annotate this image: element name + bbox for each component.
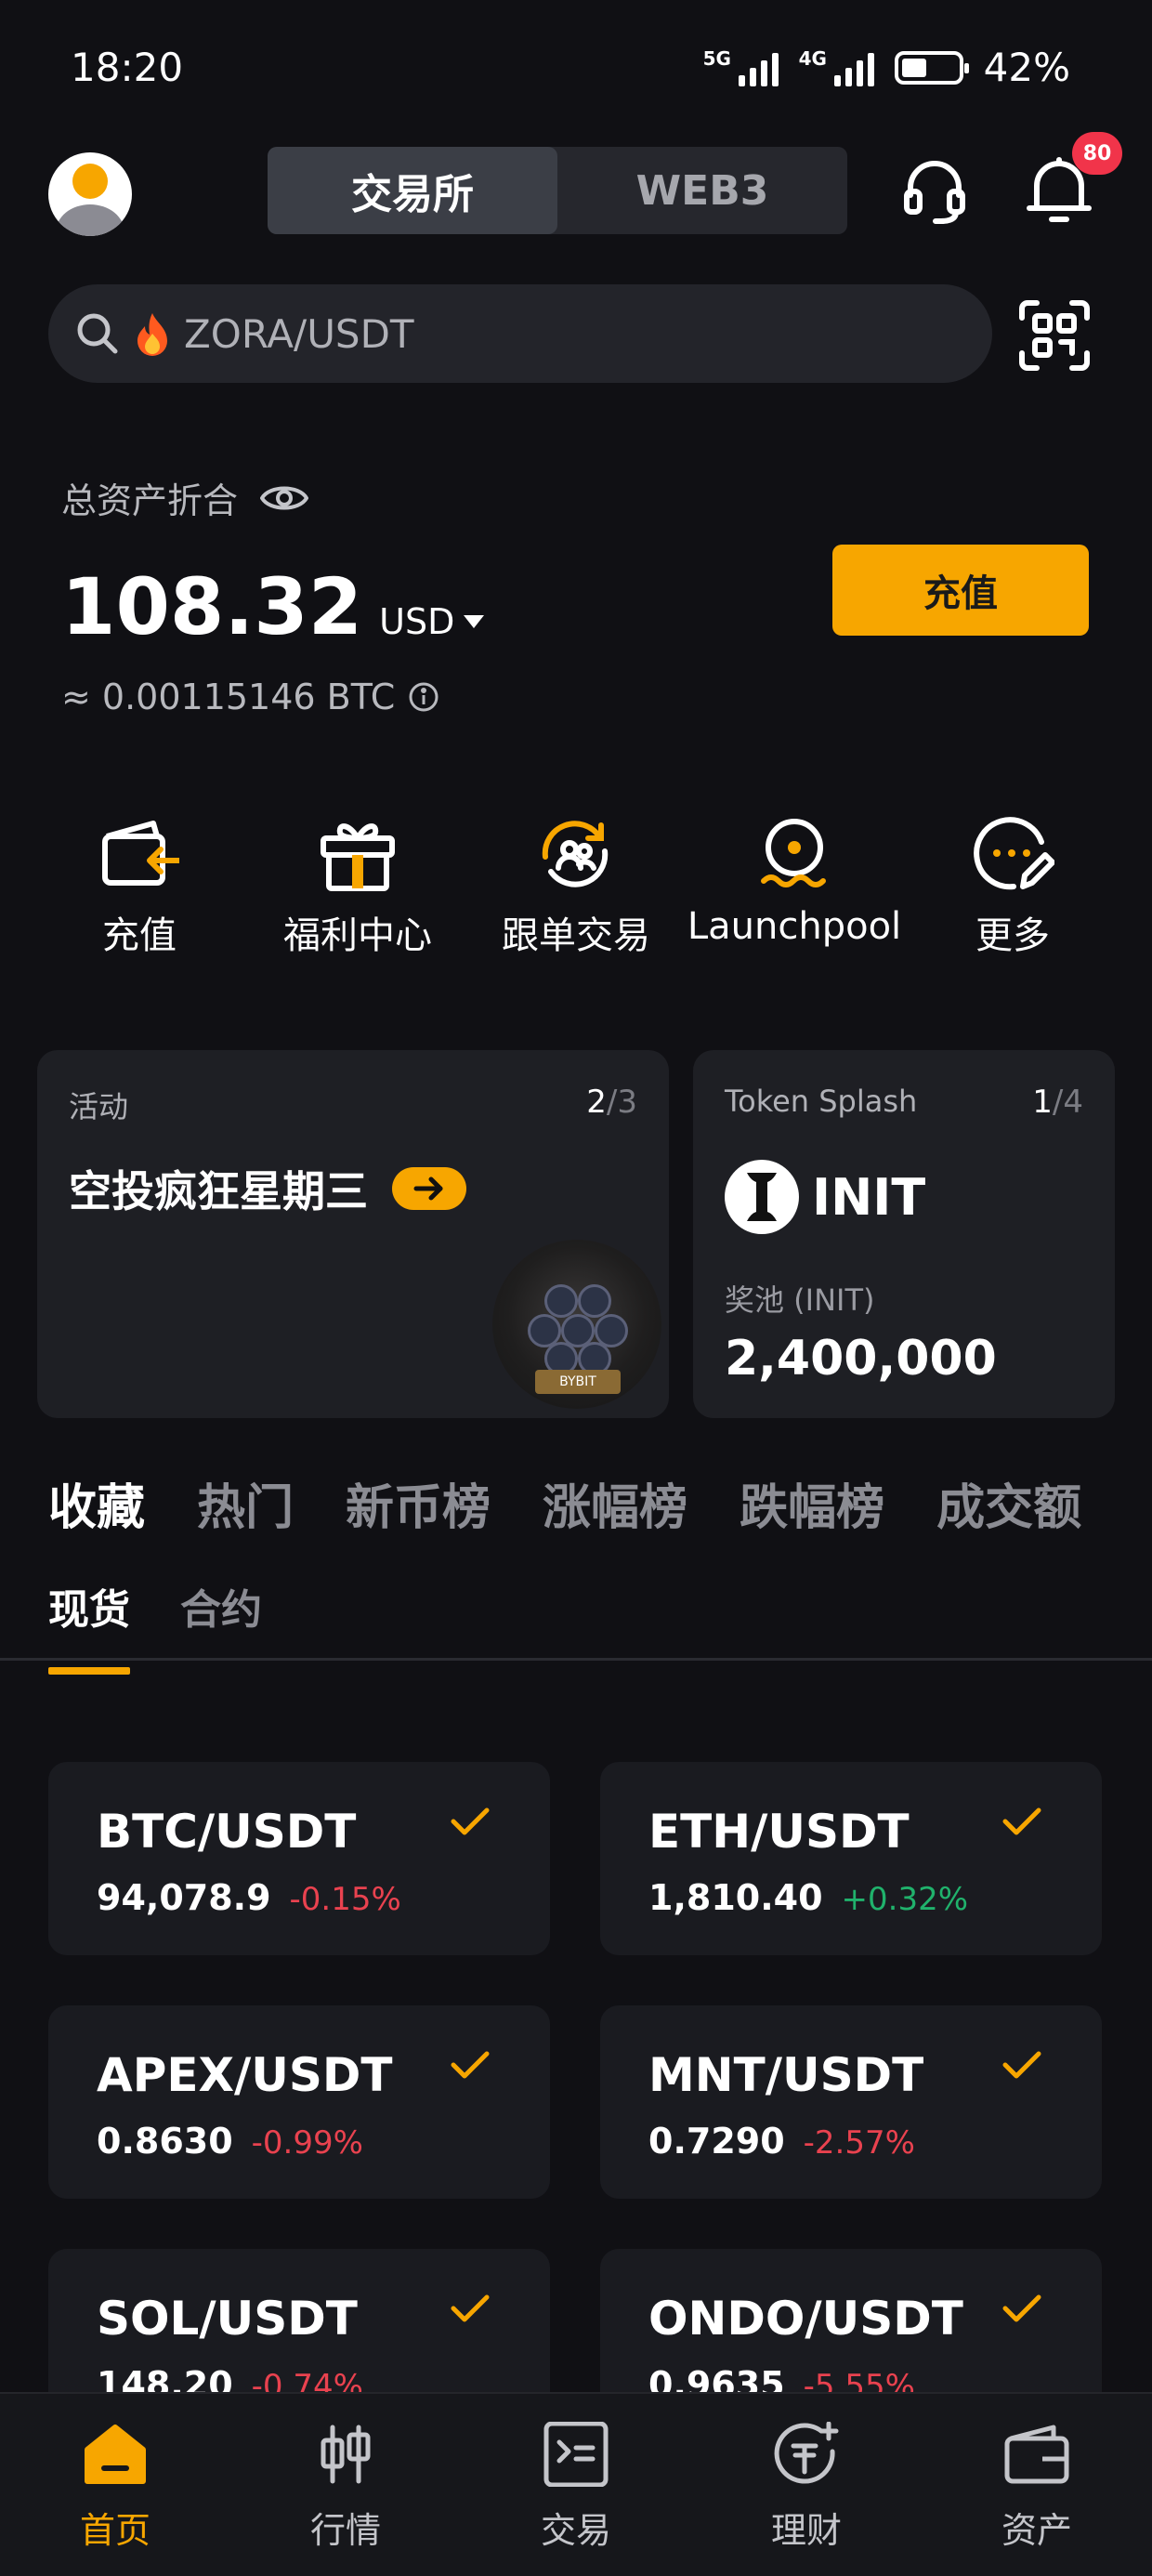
pair-price: 0.8630 <box>97 2121 233 2162</box>
token-splash-tag: Token Splash <box>725 1084 918 1119</box>
favorite-card[interactable]: ETH/USDT 1,810.40 +0.32% <box>600 1762 1102 1955</box>
gift-icon <box>316 814 399 892</box>
tab-volume[interactable]: 成交额 <box>936 1468 1081 1538</box>
status-icons: 5G 4G 42% <box>703 45 1070 90</box>
status-time: 18:20 <box>71 45 184 90</box>
quick-action-copy-trade[interactable]: 跟单交易 <box>474 814 678 959</box>
pair-price-row: 0.8630 -0.99% <box>97 2121 363 2162</box>
activity-pager: 2/3 <box>586 1084 637 1121</box>
favorite-card[interactable]: BTC/USDT 94,078.9 -0.15% <box>48 1762 550 1955</box>
search-bar[interactable]: ZORA/USDT <box>48 284 992 383</box>
check-icon[interactable] <box>1001 2050 1042 2082</box>
search-placeholder: ZORA/USDT <box>184 310 414 357</box>
tab-losers[interactable]: 跌幅榜 <box>740 1468 884 1538</box>
nav-home[interactable]: 首页 <box>0 2394 230 2576</box>
check-icon[interactable] <box>450 2293 491 2325</box>
tab-new-listings[interactable]: 新币榜 <box>346 1468 491 1538</box>
prize-pool-label: 奖池 (INIT) <box>725 1282 875 1318</box>
activity-title: 空投疯狂星期三 <box>69 1158 466 1219</box>
more-icon <box>971 814 1054 892</box>
quick-action-deposit[interactable]: 充值 <box>37 814 242 959</box>
pair-name: BTC/USDT <box>97 1805 357 1859</box>
pair-change: -0.15% <box>289 1881 401 1918</box>
btc-equivalent: ≈ 0.00115146 BTC <box>61 677 439 717</box>
wallet-icon <box>1001 2422 1072 2487</box>
tab-spot[interactable]: 现货 <box>48 1576 130 1675</box>
init-token-icon <box>725 1160 799 1234</box>
check-icon[interactable] <box>450 1807 491 1838</box>
exchange-mode-switch[interactable]: 交易所 WEB3 <box>268 147 847 234</box>
pair-price: 1,810.40 <box>648 1877 823 1918</box>
activity-tag: 活动 <box>69 1089 129 1124</box>
tab-hot[interactable]: 热门 <box>197 1468 294 1538</box>
launchpool-icon <box>753 814 836 892</box>
tab-contracts[interactable]: 合约 <box>180 1576 262 1636</box>
tab-gainers[interactable]: 涨幅榜 <box>543 1468 687 1538</box>
info-icon[interactable] <box>408 681 439 713</box>
tab-favorites[interactable]: 收藏 <box>48 1468 145 1538</box>
pair-price: 0.7290 <box>648 2121 785 2162</box>
tab-exchange[interactable]: 交易所 <box>268 147 557 234</box>
caret-down-icon <box>464 615 485 628</box>
arrow-right-icon[interactable] <box>392 1167 466 1210</box>
copy-trade-icon <box>534 814 618 892</box>
headset-icon[interactable] <box>901 158 968 225</box>
eye-icon[interactable] <box>260 481 309 515</box>
quick-actions: 充值 福利中心 跟单交易 Launchpool 更多 <box>37 814 1115 959</box>
fire-icon <box>134 311 171 356</box>
market-icon <box>310 2422 381 2487</box>
notification-badge: 80 <box>1072 132 1122 175</box>
battery-icon <box>894 50 969 85</box>
token-splash-card[interactable]: Token Splash 1/4 INIT 奖池 (INIT) 2,400,00… <box>693 1050 1115 1418</box>
quick-action-more[interactable]: 更多 <box>910 814 1115 959</box>
pair-change: -2.57% <box>803 2124 915 2162</box>
signal-4g-icon: 4G <box>799 47 874 86</box>
pair-name: ETH/USDT <box>648 1805 910 1859</box>
pair-name: APEX/USDT <box>97 2048 393 2102</box>
token-name: INIT <box>812 1167 926 1227</box>
favorite-card[interactable]: MNT/USDT 0.7290 -2.57% <box>600 2005 1102 2199</box>
market-tabs: 收藏 热门 新币榜 涨幅榜 跌幅榜 成交额 <box>48 1468 1081 1538</box>
currency-selector[interactable]: USD <box>379 601 485 642</box>
total-assets-value: 108.32 USD <box>61 561 485 652</box>
trade-icon <box>541 2422 611 2487</box>
battery-percent: 42% <box>983 45 1070 90</box>
pair-name: ONDO/USDT <box>648 2292 963 2346</box>
promo-image: BYBIT <box>492 1240 661 1409</box>
bottom-nav: 首页 行情 交易 理财 资产 <box>0 2392 1152 2576</box>
pair-price-row: 0.7290 -2.57% <box>648 2121 915 2162</box>
pair-change: +0.32% <box>841 1881 969 1918</box>
tab-web3[interactable]: WEB3 <box>557 147 847 234</box>
token-pager: 1/4 <box>1032 1084 1083 1121</box>
earn-icon <box>771 2422 842 2487</box>
quick-action-rewards[interactable]: 福利中心 <box>255 814 460 959</box>
home-icon <box>80 2422 151 2487</box>
market-subtabs: 现货 合约 <box>48 1576 262 1675</box>
nav-markets[interactable]: 行情 <box>230 2394 461 2576</box>
prize-pool-value: 2,400,000 <box>725 1331 997 1387</box>
signal-5g-icon: 5G <box>703 47 779 86</box>
pair-price-row: 94,078.9 -0.15% <box>97 1877 401 1918</box>
nav-trade[interactable]: 交易 <box>461 2394 691 2576</box>
pair-price: 94,078.9 <box>97 1877 271 1918</box>
pair-price-row: 1,810.40 +0.32% <box>648 1877 968 1918</box>
check-icon[interactable] <box>450 2050 491 2082</box>
divider <box>0 1658 1152 1661</box>
pair-change: -0.99% <box>251 2124 363 2162</box>
check-icon[interactable] <box>1001 1807 1042 1838</box>
nav-assets[interactable]: 资产 <box>922 2394 1152 2576</box>
deposit-icon <box>98 814 181 892</box>
search-icon <box>74 310 121 357</box>
favorite-card[interactable]: APEX/USDT 0.8630 -0.99% <box>48 2005 550 2199</box>
check-icon[interactable] <box>1001 2293 1042 2325</box>
activity-card[interactable]: 活动 2/3 空投疯狂星期三 BYBIT <box>37 1050 669 1418</box>
nav-earn[interactable]: 理财 <box>691 2394 922 2576</box>
pair-name: SOL/USDT <box>97 2292 358 2346</box>
total-assets-label: 总资产折合 <box>61 472 309 523</box>
scan-icon[interactable] <box>1018 299 1091 372</box>
pair-name: MNT/USDT <box>648 2048 924 2102</box>
deposit-button[interactable]: 充值 <box>832 545 1089 636</box>
avatar[interactable] <box>48 152 132 236</box>
quick-action-launchpool[interactable]: Launchpool <box>687 814 901 959</box>
